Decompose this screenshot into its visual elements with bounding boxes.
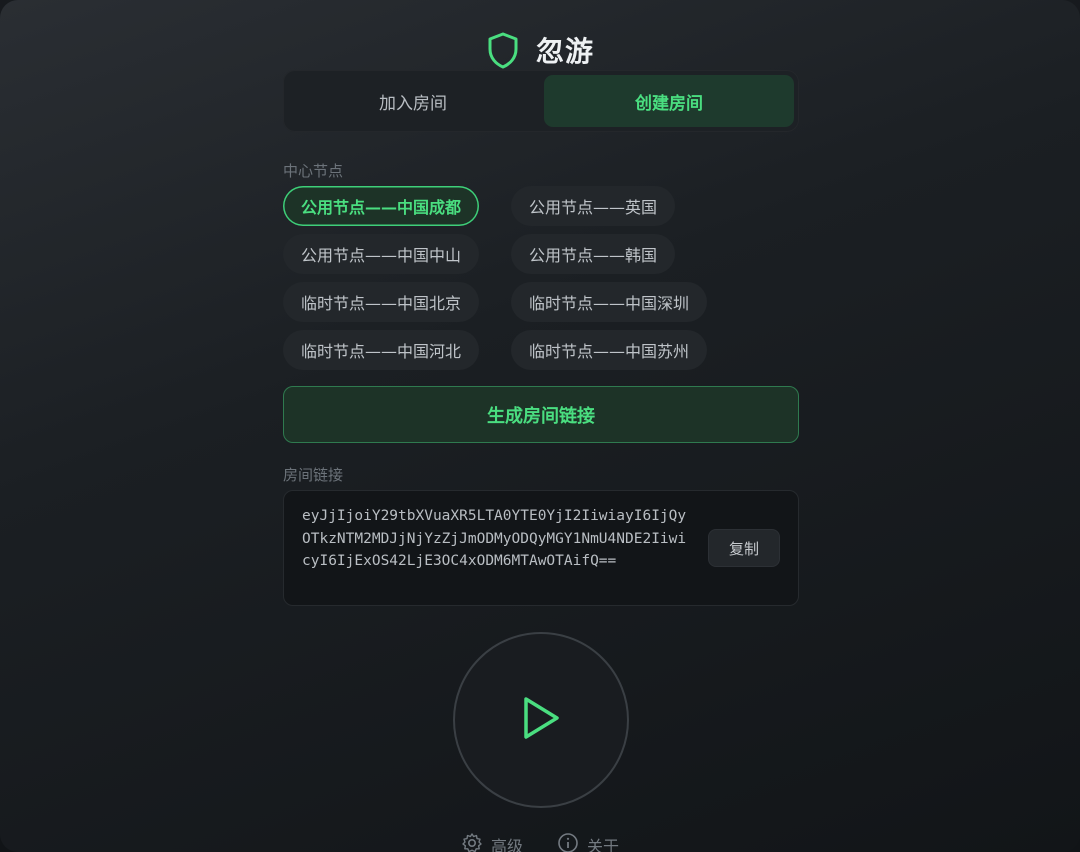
shield-icon	[486, 31, 520, 69]
copy-button[interactable]: 复制	[708, 529, 780, 567]
about-link[interactable]: 关于	[557, 832, 619, 852]
app-header: 忽游	[0, 30, 1080, 70]
advanced-link[interactable]: 高级	[461, 832, 523, 852]
node-option-suzhou[interactable]: 临时节点——中国苏州	[511, 330, 708, 370]
room-link-label: 房间链接	[283, 466, 344, 484]
footer: 高级 关于	[0, 832, 1080, 852]
about-label: 关于	[587, 837, 620, 852]
nodes-section-label: 中心节点	[283, 162, 344, 180]
room-link-text[interactable]: eyJjIjoiY29tbXVuaXR5LTA0YTE0YjI2IiwiayI6…	[302, 505, 694, 573]
generate-link-button[interactable]: 生成房间链接	[283, 386, 799, 443]
gear-icon	[461, 832, 483, 852]
node-option-beijing[interactable]: 临时节点——中国北京	[283, 282, 480, 322]
room-link-box: eyJjIjoiY29tbXVuaXR5LTA0YTE0YjI2IiwiayI6…	[283, 490, 799, 606]
mode-tabs: 加入房间 创建房间	[283, 70, 799, 132]
node-option-hebei[interactable]: 临时节点——中国河北	[283, 330, 480, 370]
app-window: 忽游 加入房间 创建房间 中心节点 公用节点——中国成都 公用节点——英国 公用…	[0, 0, 1080, 852]
node-option-korea[interactable]: 公用节点——韩国	[511, 234, 676, 274]
play-button[interactable]	[453, 632, 629, 808]
node-option-shenzhen[interactable]: 临时节点——中国深圳	[511, 282, 708, 322]
app-title: 忽游	[535, 35, 594, 68]
tab-join-room[interactable]: 加入房间	[288, 75, 538, 127]
node-option-chengdu[interactable]: 公用节点——中国成都	[283, 186, 480, 226]
node-options: 公用节点——中国成都 公用节点——英国 公用节点——中国中山 公用节点——韩国 …	[283, 186, 799, 370]
info-icon	[557, 832, 579, 852]
advanced-label: 高级	[490, 837, 523, 852]
tab-create-room[interactable]: 创建房间	[544, 75, 794, 127]
play-icon	[519, 693, 563, 747]
node-option-zhongshan[interactable]: 公用节点——中国中山	[283, 234, 480, 274]
node-option-uk[interactable]: 公用节点——英国	[511, 186, 676, 226]
